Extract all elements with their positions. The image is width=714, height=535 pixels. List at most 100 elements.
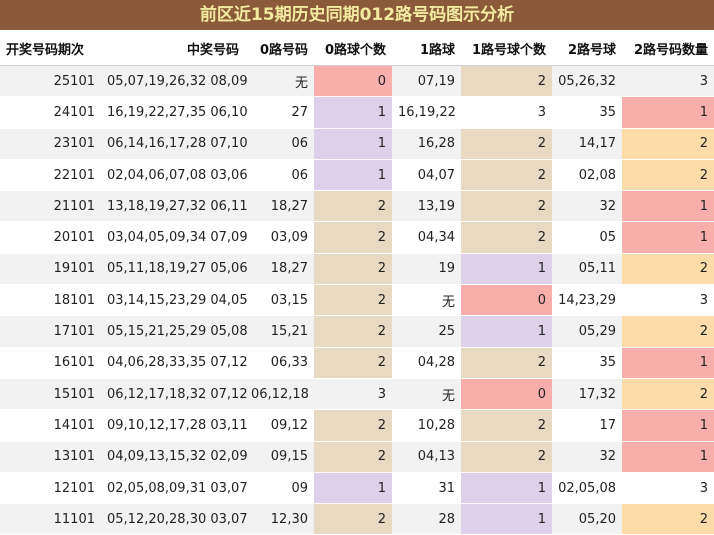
header-numbers[interactable]: 中奖号码	[101, 31, 245, 66]
table-row: 20101 03,04,05,09,34 07,09 03,09 2 04,34 2 05 1	[0, 221, 714, 254]
cell-route0: 06,33	[245, 347, 314, 379]
cell-route0-count: 1	[314, 159, 392, 192]
cell-route1-count: 1	[461, 253, 552, 286]
table-body: 25101 05,07,19,26,32 08,09 无 0 07,19 2 05,26,3…	[0, 65, 714, 535]
cell-route1-count: 0	[461, 284, 552, 317]
cell-route1: 13,19	[392, 190, 461, 223]
cell-numbers: 05,11,18,19,27 05,06	[101, 253, 248, 286]
page-title: 前区近15期历史同期012路号码图示分析	[0, 0, 714, 31]
cell-route0: 06	[245, 159, 314, 192]
cell-route0: 09,15	[245, 441, 314, 473]
cell-route0-count: 1	[314, 128, 392, 160]
table-row: 23101 06,14,16,17,28 07,10 06 1 16,28 2 14,17 2	[0, 128, 714, 160]
header-route0-count[interactable]: 0路球个数	[314, 31, 392, 66]
cell-route0: 03,09	[245, 221, 314, 254]
cell-route0-count: 2	[314, 315, 392, 348]
cell-route2: 02,08	[552, 159, 622, 192]
cell-route1-count: 2	[461, 128, 552, 160]
cell-route2: 32	[552, 190, 622, 223]
cell-period: 20101	[0, 221, 101, 254]
cell-route2-count: 1	[622, 441, 714, 473]
cell-numbers: 09,10,12,17,28 03,11	[101, 409, 248, 442]
cell-route2: 14,23,29	[552, 284, 622, 317]
cell-route1-count: 0	[461, 378, 552, 411]
cell-route2-count: 3	[622, 472, 714, 505]
cell-route0: 09,12	[245, 409, 314, 442]
cell-route2: 05,11	[552, 253, 622, 286]
cell-numbers: 06,14,16,17,28 07,10	[101, 128, 248, 160]
cell-route1-count: 2	[461, 441, 552, 473]
cell-route1-count: 1	[461, 315, 552, 348]
cell-route2-count: 3	[622, 284, 714, 317]
cell-numbers: 16,19,22,27,35 06,10	[101, 96, 248, 129]
cell-numbers: 04,06,28,33,35 07,12	[101, 347, 248, 379]
cell-route1-count: 2	[461, 190, 552, 223]
cell-numbers: 05,15,21,25,29 05,08	[101, 315, 248, 348]
cell-numbers: 05,12,20,28,30 03,07	[101, 503, 248, 535]
table-row: 21101 13,18,19,27,32 06,11 18,27 2 13,19 2 32 1	[0, 190, 714, 223]
header-row: 开奖号码期次 中奖号码 0路号码 0路球个数 1路球 1路号球个数 2路号球 2…	[0, 31, 714, 66]
cell-route0: 18,27	[245, 190, 314, 223]
cell-route2: 05,29	[552, 315, 622, 348]
cell-route1-count: 2	[461, 221, 552, 254]
cell-route0: 无	[245, 65, 314, 98]
cell-route2-count: 1	[622, 221, 714, 254]
header-route0[interactable]: 0路号码	[245, 31, 314, 66]
cell-route0-count: 1	[314, 472, 392, 505]
cell-route0: 06	[245, 128, 314, 160]
header-route1[interactable]: 1路球	[392, 31, 461, 66]
header-period[interactable]: 开奖号码期次	[0, 31, 101, 66]
cell-route2-count: 2	[622, 315, 714, 348]
cell-route1: 10,28	[392, 409, 461, 442]
table-row: 19101 05,11,18,19,27 05,06 18,27 2 19 1 05,11 2	[0, 253, 714, 286]
header-route2[interactable]: 2路号球	[552, 31, 622, 66]
cell-numbers: 06,12,17,18,32 07,12	[101, 378, 248, 411]
header-route2-count[interactable]: 2路号码数量	[622, 31, 714, 66]
cell-route2-count: 3	[622, 65, 714, 98]
cell-route2: 17,32	[552, 378, 622, 411]
cell-route2: 32	[552, 441, 622, 473]
cell-route0: 18,27	[245, 253, 314, 286]
cell-route1: 19	[392, 253, 461, 286]
cell-route1-count: 3	[461, 96, 552, 129]
cell-route0-count: 2	[314, 221, 392, 254]
cell-route2: 14,17	[552, 128, 622, 160]
cell-period: 13101	[0, 441, 101, 473]
cell-route0-count: 2	[314, 253, 392, 286]
cell-route1: 25	[392, 315, 461, 348]
cell-numbers: 13,18,19,27,32 06,11	[101, 190, 248, 223]
cell-numbers: 02,05,08,09,31 03,07	[101, 472, 248, 505]
cell-route2-count: 2	[622, 128, 714, 160]
cell-period: 23101	[0, 128, 101, 160]
cell-route1-count: 2	[461, 65, 552, 98]
header-route1-count[interactable]: 1路号球个数	[461, 31, 552, 66]
cell-route1-count: 2	[461, 409, 552, 442]
cell-route0-count: 2	[314, 347, 392, 379]
cell-route1: 28	[392, 503, 461, 535]
cell-period: 24101	[0, 96, 101, 129]
cell-route1: 04,13	[392, 441, 461, 473]
cell-route2-count: 1	[622, 96, 714, 129]
cell-period: 16101	[0, 347, 101, 379]
table-row: 11101 05,12,20,28,30 03,07 12,30 2 28 1 05,20 2	[0, 503, 714, 535]
cell-route1: 04,28	[392, 347, 461, 379]
cell-route1: 无	[392, 284, 461, 317]
cell-route2-count: 1	[622, 409, 714, 442]
analysis-table: 开奖号码期次 中奖号码 0路号码 0路球个数 1路球 1路号球个数 2路号球 2…	[0, 31, 714, 535]
table-row: 24101 16,19,22,27,35 06,10 27 1 16,19,22 3 35 1	[0, 96, 714, 129]
cell-numbers: 04,09,13,15,32 02,09	[101, 441, 248, 473]
cell-numbers: 03,04,05,09,34 07,09	[101, 221, 248, 254]
cell-route1-count: 1	[461, 503, 552, 535]
cell-route1: 04,34	[392, 221, 461, 254]
cell-route0: 03,15	[245, 284, 314, 317]
table-row: 12101 02,05,08,09,31 03,07 09 1 31 1 02,05,08 3	[0, 472, 714, 505]
cell-route0: 15,21	[245, 315, 314, 348]
cell-period: 25101	[0, 65, 101, 98]
cell-period: 12101	[0, 472, 101, 505]
cell-period: 21101	[0, 190, 101, 223]
cell-period: 18101	[0, 284, 101, 317]
cell-route1: 无	[392, 378, 461, 411]
cell-route0: 06,12,18	[245, 378, 314, 411]
table-row: 18101 03,14,15,23,29 04,05 03,15 2 无 0 14,23,2…	[0, 284, 714, 317]
cell-route0: 27	[245, 96, 314, 129]
